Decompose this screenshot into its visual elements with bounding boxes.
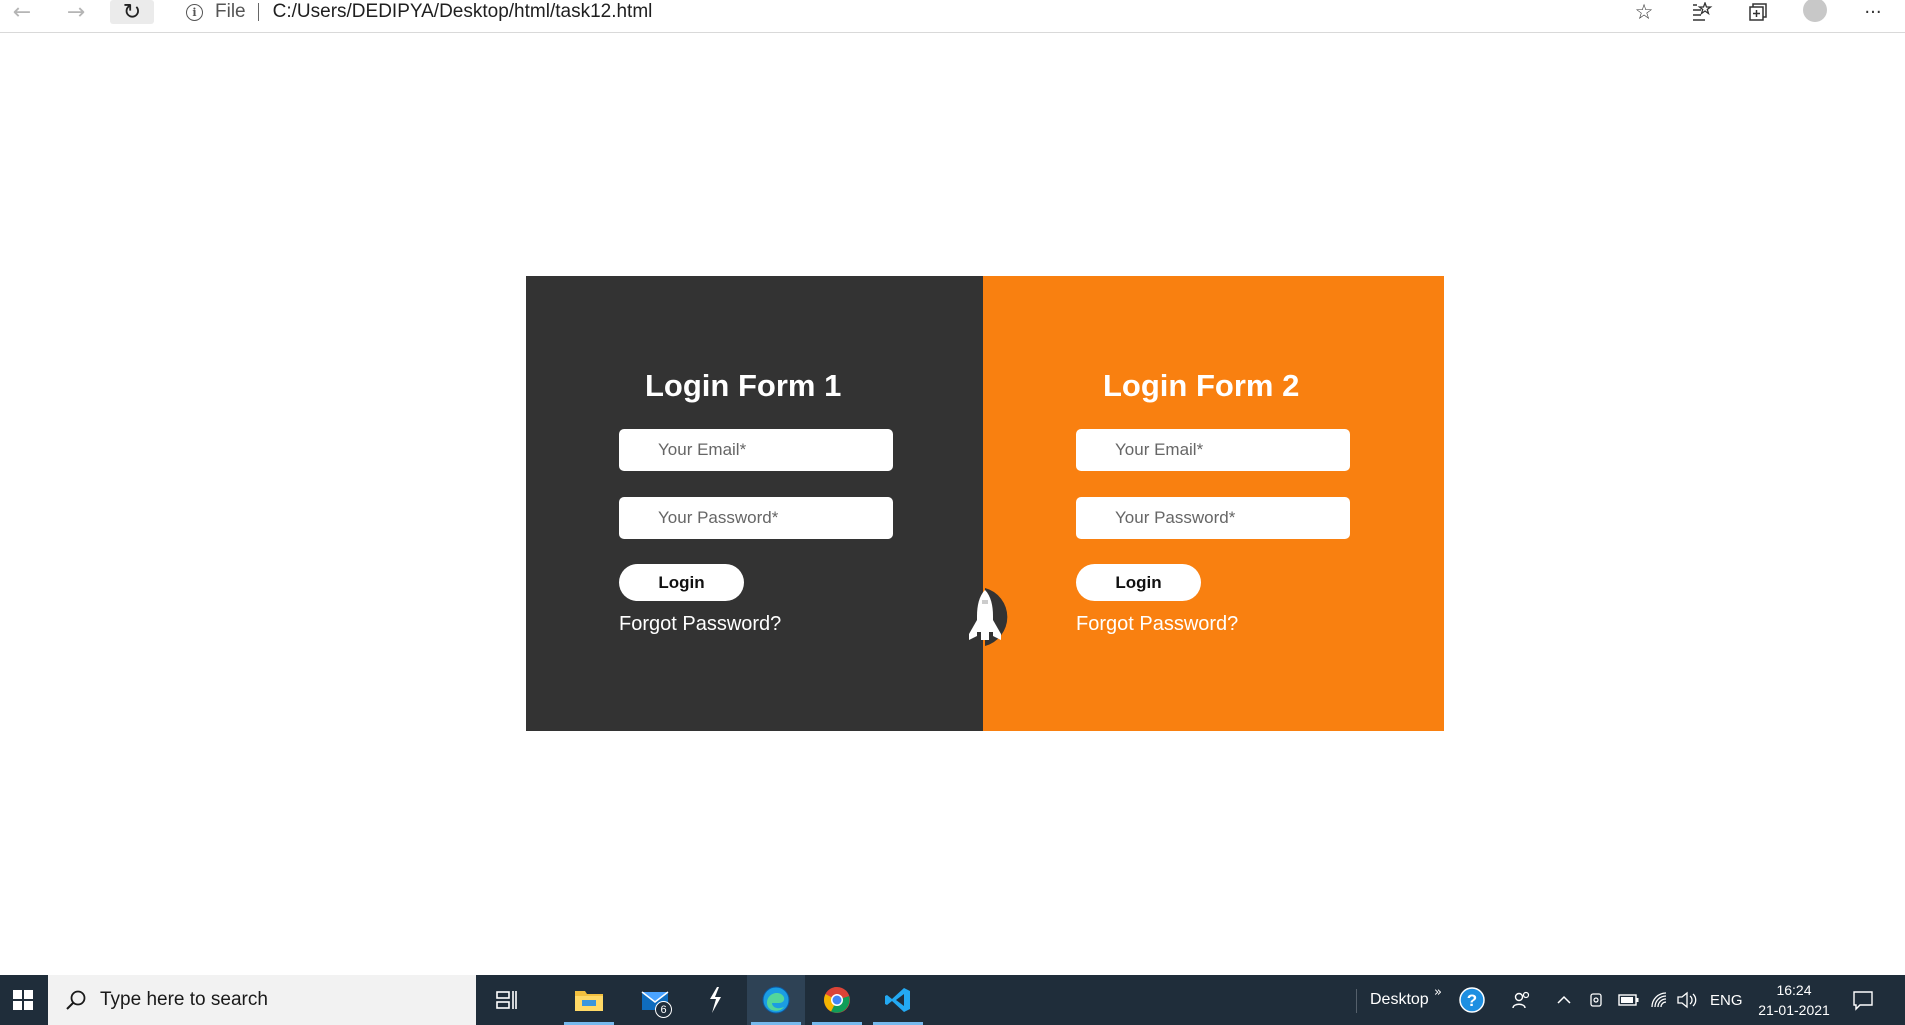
clock-time: 16:24 <box>1776 982 1812 998</box>
profile-avatar-icon[interactable] <box>1802 0 1828 24</box>
address-scheme: File <box>215 1 246 22</box>
battery-icon[interactable] <box>1618 975 1640 1025</box>
more-options-icon[interactable]: ··· <box>1858 0 1888 24</box>
email-field[interactable] <box>619 429 893 471</box>
chevrons-right-icon[interactable]: » <box>1434 967 1442 1017</box>
volume-icon[interactable] <box>1676 975 1698 1025</box>
wifi-icon[interactable] <box>1650 975 1670 1025</box>
form-title: Login Form 1 <box>645 368 842 403</box>
login-container: Login Form 1 Login Forgot Password? Logi… <box>526 276 1444 731</box>
forward-arrow-icon[interactable]: → <box>58 0 94 25</box>
back-arrow-icon[interactable]: ← <box>4 0 40 25</box>
clock[interactable]: 16:24 21-01-2021 <box>1752 975 1836 1025</box>
favorite-star-icon[interactable]: ☆ <box>1630 0 1658 24</box>
notification-center-icon[interactable] <box>1852 975 1874 1025</box>
edge-icon[interactable] <box>747 975 805 1025</box>
email-field[interactable] <box>1076 429 1350 471</box>
forgot-password-link[interactable]: Forgot Password? <box>619 613 781 636</box>
form-title: Login Form 2 <box>1103 368 1300 403</box>
help-icon[interactable]: ? <box>1458 975 1486 1025</box>
vscode-icon[interactable] <box>869 975 927 1025</box>
collections-icon[interactable] <box>1744 0 1772 24</box>
reload-icon[interactable]: ↻ <box>110 0 154 25</box>
login-button[interactable]: Login <box>619 564 744 601</box>
windows-taskbar: Type here to search 6 Desktop » ? ENG 16… <box>0 975 1905 1025</box>
mail-icon[interactable]: 6 <box>626 975 684 1025</box>
password-field[interactable] <box>1076 497 1350 539</box>
meet-now-icon[interactable] <box>1588 975 1606 1025</box>
login-button[interactable]: Login <box>1076 564 1201 601</box>
chevron-up-icon[interactable] <box>1556 975 1572 1025</box>
login-form-2-panel: Login Form 2 Login Forgot Password? <box>983 276 1444 731</box>
windows-start-icon[interactable] <box>0 975 46 1025</box>
rocket-icon <box>969 588 1008 646</box>
tray-separator <box>1356 989 1357 1013</box>
forgot-password-link[interactable]: Forgot Password? <box>1076 613 1238 636</box>
desktop-toolbar-label[interactable]: Desktop <box>1370 975 1429 1025</box>
favorites-list-icon[interactable] <box>1688 0 1716 24</box>
address-url[interactable]: C:/Users/DEDIPYA/Desktop/html/task12.htm… <box>273 1 653 23</box>
people-icon[interactable] <box>1512 975 1532 1025</box>
chrome-icon[interactable] <box>808 975 866 1025</box>
address-separator <box>257 3 259 21</box>
file-explorer-icon[interactable] <box>560 975 618 1025</box>
search-icon <box>66 990 86 1010</box>
info-icon[interactable]: i <box>186 3 203 21</box>
clock-date: 21-01-2021 <box>1758 1002 1830 1018</box>
stylus-icon[interactable] <box>686 975 744 1025</box>
task-view-icon[interactable] <box>478 975 536 1025</box>
password-field[interactable] <box>619 497 893 539</box>
login-form-1-panel: Login Form 1 Login Forgot Password? <box>526 276 983 731</box>
browser-toolbar: ← → ↻ i File C:/Users/DEDIPYA/Desktop/ht… <box>0 0 1905 33</box>
taskbar-search-box[interactable]: Type here to search <box>48 975 476 1025</box>
svg-text:?: ? <box>1467 991 1477 1010</box>
language-indicator[interactable]: ENG <box>1710 975 1743 1025</box>
mail-badge: 6 <box>655 1001 672 1018</box>
search-placeholder: Type here to search <box>100 989 268 1010</box>
address-bar[interactable]: i File C:/Users/DEDIPYA/Desktop/html/tas… <box>168 0 1678 24</box>
